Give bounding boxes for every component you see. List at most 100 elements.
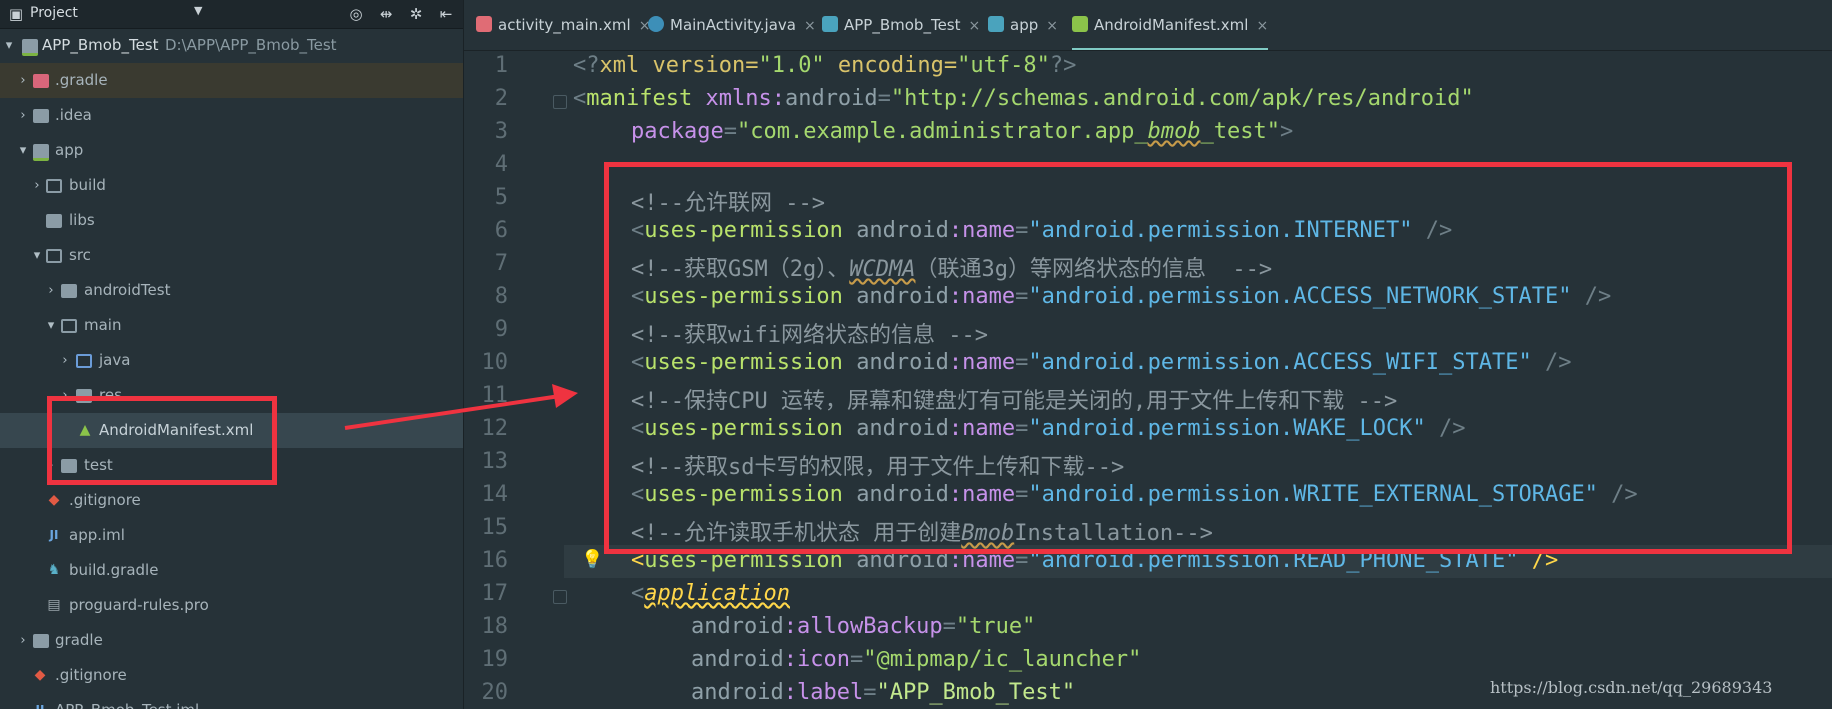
code-line-1: <?xml version="1.0" encoding="utf-8"?>	[573, 53, 1076, 78]
folder-icon	[33, 144, 49, 161]
tree-item-gradle[interactable]: › .gradle	[0, 63, 463, 98]
tree-item-label: .gitignore	[55, 666, 127, 684]
tree-item-label: gradle	[55, 631, 103, 649]
tree-item-app[interactable]: ▾ app	[0, 133, 463, 168]
tree-item-gradle-folder[interactable]: › gradle	[0, 623, 463, 658]
tree-item-label: java	[99, 351, 131, 369]
chevron-down-icon[interactable]: ▾	[30, 238, 44, 273]
file-icon: ▤	[47, 597, 61, 613]
highlight-box-manifest-file	[47, 396, 277, 485]
chevron-right-icon[interactable]: ›	[58, 343, 72, 378]
close-icon[interactable]: ×	[1046, 18, 1058, 34]
tab-app-bmob-test[interactable]: APP_Bmob_Test ×	[822, 0, 980, 50]
chevron-right-icon[interactable]: ›	[16, 98, 30, 133]
fold-marker-icon[interactable]	[553, 590, 567, 604]
tree-item-path: D:\APP\APP_Bmob_Test	[165, 36, 337, 54]
hide-icon[interactable]: ⇤	[436, 4, 456, 24]
tree-item-gitignore[interactable]: ◆ .gitignore	[0, 483, 463, 518]
line-number: 7	[494, 251, 508, 276]
chevron-right-icon[interactable]: ›	[30, 168, 44, 203]
code-token: encoding=	[824, 53, 958, 78]
chevron-right-icon[interactable]: ›	[44, 273, 58, 308]
tree-item-androidtest[interactable]: › androidTest	[0, 273, 463, 308]
line-number: 4	[494, 152, 508, 177]
tree-item-label: APP_Bmob_Test.iml	[55, 693, 199, 709]
line-number: 1	[494, 53, 508, 78]
lightbulb-icon[interactable]: 💡	[581, 549, 603, 571]
code-token: android	[691, 647, 784, 672]
tree-item-java[interactable]: › java	[0, 343, 463, 378]
tree-item-label: .gradle	[55, 71, 108, 89]
project-folder-icon: ▣	[8, 5, 24, 23]
tab-app[interactable]: app ×	[988, 0, 1058, 50]
gear-icon[interactable]: ✲	[406, 4, 426, 24]
folder-icon	[33, 109, 49, 123]
tree-item-build[interactable]: › build	[0, 168, 463, 203]
chevron-down-icon[interactable]: ▾	[2, 28, 16, 63]
code-token: :label	[783, 680, 864, 705]
code-token: package	[631, 119, 724, 144]
editor-tab-bar: activity_main.xml × MainActivity.java × AP…	[464, 0, 1832, 51]
code-token: "APP_Bmob_Test"	[876, 680, 1076, 705]
chevron-down-icon[interactable]: ▾	[16, 133, 30, 168]
line-number: 3	[494, 119, 508, 144]
module-icon	[22, 39, 38, 56]
folder-icon	[33, 74, 49, 88]
line-number: 10	[481, 350, 509, 375]
line-number: 2	[494, 86, 508, 111]
tree-item-main[interactable]: ▾ main	[0, 308, 463, 343]
chevron-right-icon[interactable]: ›	[16, 63, 30, 98]
line-number: 13	[481, 449, 509, 474]
project-view-selector[interactable]: Project	[30, 5, 78, 21]
tree-item-label: APP_Bmob_Test	[42, 36, 159, 54]
tab-androidmanifest[interactable]: AndroidManifest.xml ×	[1072, 0, 1269, 50]
tree-item-root-gitignore[interactable]: ◆ .gitignore	[0, 658, 463, 693]
tree-item-label: androidTest	[84, 281, 171, 299]
project-panel: ▣ Project ▼ ◎ ⇹ ✲ ⇤ ▾ APP_Bmob_Test D:\A…	[0, 0, 464, 709]
tree-item-root[interactable]: ▾ APP_Bmob_Test D:\APP\APP_Bmob_Test	[0, 28, 463, 63]
collapse-icon[interactable]: ⇹	[376, 4, 396, 24]
code-token: android	[691, 680, 784, 705]
folder-icon	[33, 634, 49, 648]
code-token: xml version=	[599, 53, 759, 78]
tree-item-proguard[interactable]: ▤ proguard-rules.pro	[0, 588, 463, 623]
code-line-20: android:label="APP_Bmob_Test"	[691, 680, 1075, 705]
code-token: :icon	[783, 647, 850, 672]
line-number: 17	[481, 581, 509, 606]
line-number: 20	[481, 680, 509, 705]
code-token: application	[644, 581, 790, 606]
line-number: 9	[494, 317, 508, 342]
git-icon: ◆	[48, 492, 60, 508]
tree-item-libs[interactable]: libs	[0, 203, 463, 238]
code-token: =	[863, 680, 877, 705]
chevron-down-icon[interactable]: ▾	[44, 308, 58, 343]
fold-marker-icon[interactable]	[553, 95, 567, 109]
target-icon[interactable]: ◎	[346, 4, 366, 24]
chevron-right-icon[interactable]: ›	[16, 623, 30, 658]
code-token: "@mipmap/ic_launcher"	[863, 647, 1142, 672]
tab-label: AndroidManifest.xml	[1094, 16, 1249, 34]
code-token: _test"	[1200, 119, 1281, 144]
tree-item-src[interactable]: ▾ src	[0, 238, 463, 273]
tab-mainactivity[interactable]: MainActivity.java ×	[648, 0, 816, 50]
close-icon[interactable]: ×	[1256, 18, 1268, 34]
tree-item-app-iml[interactable]: JI app.iml	[0, 518, 463, 553]
folder-icon	[61, 284, 77, 298]
close-icon[interactable]: ×	[804, 18, 816, 34]
tree-item-build-gradle[interactable]: ♞ build.gradle	[0, 553, 463, 588]
tree-item-label: build	[69, 176, 106, 194]
tree-item-label: .gitignore	[69, 491, 141, 509]
highlight-box-permissions	[604, 162, 1792, 554]
code-token: bmob	[1147, 119, 1201, 144]
line-number: 11	[481, 383, 509, 408]
close-icon[interactable]: ×	[969, 18, 981, 34]
line-number: 5	[494, 185, 508, 210]
tree-item-label: build.gradle	[69, 561, 159, 579]
code-token: >	[1280, 119, 1294, 144]
triangle-down-icon[interactable]: ▼	[194, 4, 202, 17]
tab-activity-main[interactable]: activity_main.xml ×	[476, 0, 650, 50]
tree-item-root-iml[interactable]: JI APP_Bmob_Test.iml	[0, 693, 463, 709]
tree-item-idea[interactable]: › .idea	[0, 98, 463, 133]
code-token: <	[631, 581, 645, 606]
gradle-icon	[822, 16, 838, 32]
